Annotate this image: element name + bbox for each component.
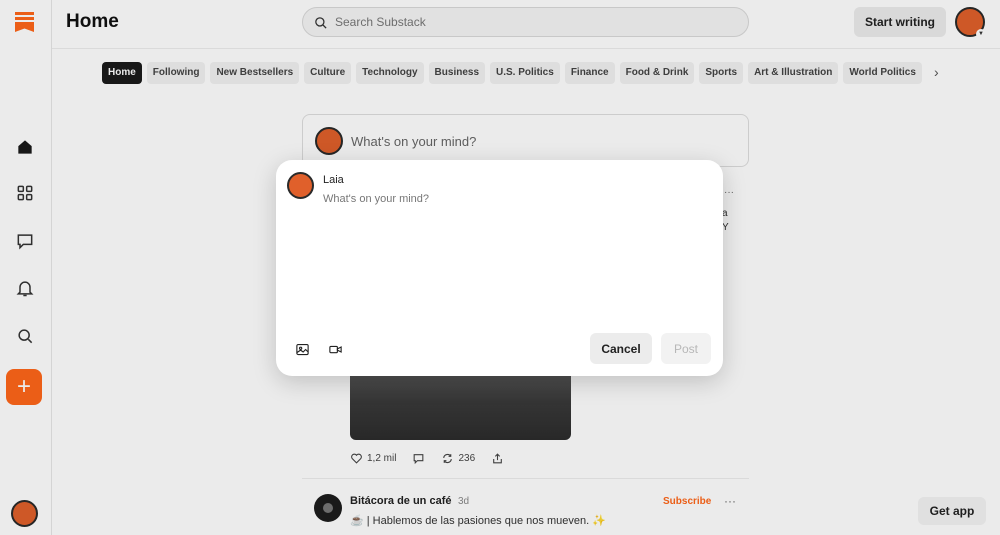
new-note-modal: Laia Cancel Post xyxy=(276,160,723,376)
image-icon[interactable] xyxy=(293,340,311,358)
avatar xyxy=(287,172,314,199)
note-input[interactable] xyxy=(323,193,703,313)
post-button[interactable]: Post xyxy=(661,333,711,364)
cancel-button[interactable]: Cancel xyxy=(590,333,652,364)
video-icon[interactable] xyxy=(326,340,344,358)
username: Laia xyxy=(323,174,344,186)
